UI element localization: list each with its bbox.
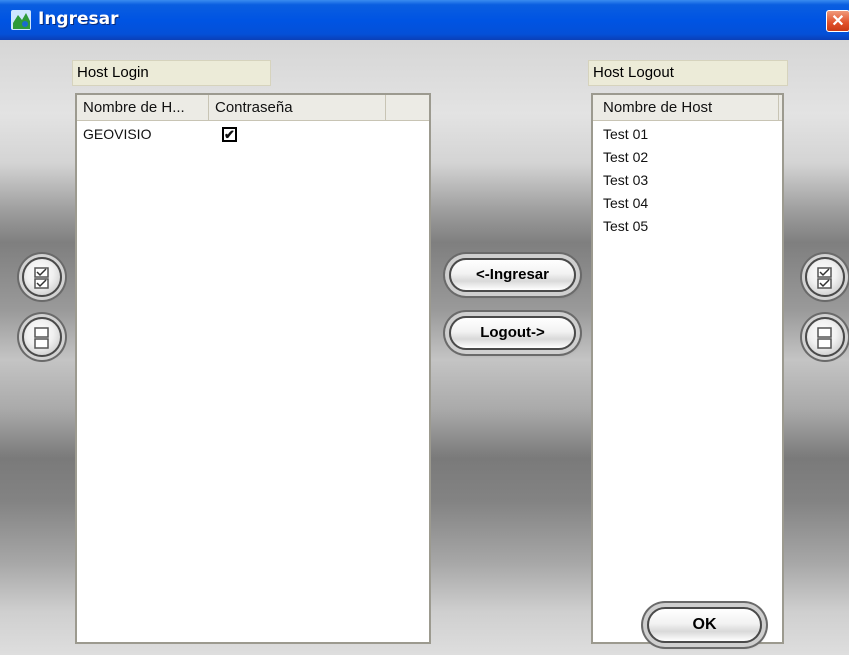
- close-button[interactable]: ✕: [826, 10, 849, 32]
- close-icon: ✕: [831, 13, 845, 30]
- column-header-host-name-logout[interactable]: Nombre de Host: [593, 95, 779, 120]
- list-item[interactable]: Test 02: [603, 146, 648, 169]
- host-logout-label: Host Logout: [588, 60, 788, 86]
- check-icon: ✔: [224, 127, 235, 142]
- list-item[interactable]: Test 03: [603, 169, 648, 192]
- clear-all-checkbox-icon: [34, 327, 49, 349]
- host-logout-list[interactable]: Nombre de Host Test 01 Test 02 Test 03 T…: [591, 93, 784, 644]
- column-header-password[interactable]: Contraseña: [209, 95, 386, 120]
- list-item[interactable]: Test 05: [603, 215, 648, 238]
- ingresar-button[interactable]: <-Ingresar: [449, 258, 576, 292]
- host-login-list[interactable]: Nombre de H... Contraseña GEOVISIO ✔: [75, 93, 431, 644]
- window-title: Ingresar: [38, 9, 119, 29]
- list-item[interactable]: Test 01: [603, 123, 648, 146]
- host-name-cell: GEOVISIO: [83, 126, 152, 142]
- table-row[interactable]: GEOVISIO ✔: [77, 123, 429, 146]
- select-all-checkbox-icon: [34, 267, 49, 289]
- select-all-login-button[interactable]: [22, 257, 62, 297]
- logout-button[interactable]: Logout->: [449, 316, 576, 350]
- password-checkbox[interactable]: ✔: [222, 127, 237, 142]
- clear-all-logout-button[interactable]: [805, 317, 845, 357]
- title-bar[interactable]: Ingresar ✕: [0, 0, 849, 40]
- dialog-body: Host Login Nombre de H... Contraseña GEO…: [0, 40, 849, 655]
- host-login-label: Host Login: [72, 60, 271, 86]
- app-globe-icon: [11, 10, 31, 30]
- select-all-logout-button[interactable]: [805, 257, 845, 297]
- select-all-checkbox-icon: [817, 267, 832, 289]
- clear-all-checkbox-icon: [817, 327, 832, 349]
- clear-all-login-button[interactable]: [22, 317, 62, 357]
- column-header-host-name[interactable]: Nombre de H...: [77, 95, 209, 120]
- host-login-list-header: Nombre de H... Contraseña: [77, 95, 429, 121]
- host-logout-list-header: Nombre de Host: [593, 95, 782, 121]
- ingresar-dialog: Ingresar ✕ Host Login Nombre de H... Con…: [0, 0, 849, 655]
- ok-button[interactable]: OK: [647, 607, 762, 643]
- list-item[interactable]: Test 04: [603, 192, 648, 215]
